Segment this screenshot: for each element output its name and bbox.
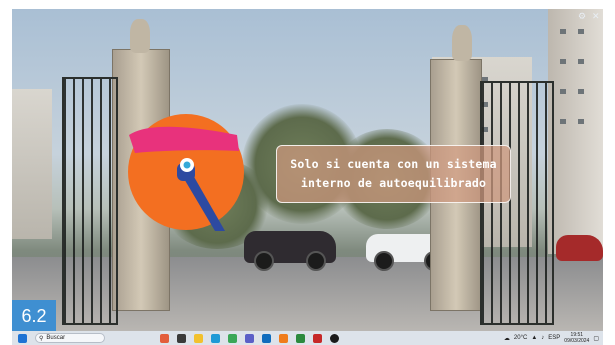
windows-taskbar: ⚲ Buscar ☁ 20°C ▲ ♪ ESP 19:51 09/03/2024… <box>12 331 603 345</box>
tower-right <box>548 9 603 254</box>
pillar-finial-right <box>452 25 472 61</box>
app-icon[interactable] <box>296 333 305 343</box>
media-player-icon[interactable] <box>279 333 288 343</box>
iron-gate-right <box>480 81 554 325</box>
mail-icon[interactable] <box>262 333 271 343</box>
windows-start-icon[interactable] <box>18 333 27 343</box>
volume-icon[interactable]: ♪ <box>541 335 544 341</box>
store-icon[interactable] <box>245 333 254 343</box>
app-icon[interactable] <box>313 333 322 343</box>
network-icon[interactable]: ▲ <box>531 335 537 341</box>
scooter-logo-icon <box>128 114 244 231</box>
language-indicator[interactable]: ESP <box>548 335 560 341</box>
car-red <box>556 235 603 261</box>
video-close-icon[interactable]: ✕ <box>592 12 600 22</box>
video-frame[interactable]: Solo si cuenta con un sistema interno de… <box>12 9 603 331</box>
explorer-icon[interactable] <box>194 333 203 343</box>
widgets-icon[interactable] <box>160 333 169 343</box>
caption-line-1: Solo si cuenta con un sistema <box>290 157 497 171</box>
task-view-icon[interactable] <box>177 333 186 343</box>
car-dark <box>244 231 336 271</box>
subtitle-caption: Solo si cuenta con un sistema interno de… <box>276 145 511 203</box>
weather-icon[interactable]: ☁ <box>504 335 510 342</box>
iron-gate-left <box>62 77 118 325</box>
weather-temp[interactable]: 20°C <box>514 335 527 341</box>
search-icon: ⚲ <box>39 335 44 342</box>
taskbar-clock[interactable]: 19:51 09/03/2024 <box>564 332 589 344</box>
system-tray: ☁ 20°C ▲ ♪ ESP 19:51 09/03/2024 ▢ <box>504 332 603 344</box>
edge-icon[interactable] <box>211 333 220 343</box>
taskbar-search[interactable]: ⚲ Buscar <box>35 333 105 343</box>
clock-date: 09/03/2024 <box>564 338 590 344</box>
chrome-icon[interactable] <box>228 333 237 343</box>
pillar-finial-left <box>130 19 150 53</box>
app-icon[interactable] <box>330 333 339 343</box>
caption-line-2: interno de autoequilibrado <box>300 176 487 190</box>
section-badge: 6.2 <box>12 300 56 332</box>
screen: Solo si cuenta con un sistema interno de… <box>0 0 615 345</box>
building-left <box>12 89 52 239</box>
notification-icon[interactable]: ▢ <box>593 335 599 342</box>
search-placeholder: Buscar <box>46 335 66 341</box>
video-settings-icon[interactable]: ⚙ <box>578 12 586 22</box>
